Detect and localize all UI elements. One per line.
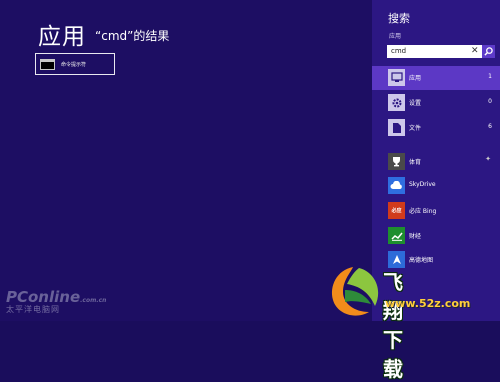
- search-panel-title: 搜索: [388, 12, 410, 25]
- bing-icon: 必应: [388, 202, 405, 219]
- app-label: 高德地图: [409, 257, 434, 264]
- category-count: 6: [488, 123, 492, 130]
- category-settings[interactable]: 设置 0: [372, 91, 500, 115]
- app-finance[interactable]: 财经: [372, 226, 500, 246]
- file-icon: [388, 119, 405, 136]
- app-label: SkyDrive: [409, 181, 436, 188]
- watermark-domain: .com.cn: [80, 297, 107, 304]
- apps-icon: [388, 69, 405, 86]
- page-title: 应用: [38, 24, 86, 50]
- category-label: 设置: [409, 100, 422, 107]
- gear-icon: [388, 94, 405, 111]
- watermark-url: www.52z.com: [385, 297, 471, 310]
- category-label: 文件: [409, 125, 422, 132]
- category-count: 0: [488, 98, 492, 105]
- app-label: 体育: [409, 159, 422, 166]
- search-input-value: cmd: [391, 47, 407, 55]
- close-icon[interactable]: ✕: [471, 45, 479, 58]
- search-button[interactable]: [482, 45, 495, 58]
- cloud-icon: [388, 177, 405, 194]
- command-prompt-icon: [40, 58, 55, 70]
- category-apps[interactable]: 应用 1: [372, 66, 500, 90]
- category-label: 应用: [409, 75, 422, 82]
- app-bing[interactable]: 必应 必应 Bing: [372, 201, 500, 221]
- trophy-icon: [388, 153, 405, 170]
- result-tile-command-prompt[interactable]: 命令提示符: [35, 53, 115, 75]
- app-skydrive[interactable]: SkyDrive: [372, 176, 500, 196]
- chart-icon: [388, 227, 405, 244]
- search-input[interactable]: cmd ✕: [387, 45, 495, 58]
- results-area: 应用 “cmd”的结果 命令提示符: [0, 0, 372, 321]
- app-label: 必应 Bing: [409, 208, 437, 215]
- pin-icon: ✦: [485, 155, 491, 163]
- watermark-brand: 飞翔下载: [383, 270, 403, 381]
- app-sports[interactable]: 体育 ✦: [372, 152, 500, 172]
- category-count: 1: [488, 73, 492, 80]
- result-tile-label: 命令提示符: [61, 61, 87, 68]
- logo-icon: [331, 267, 379, 316]
- search-scope-label: 应用: [389, 33, 402, 40]
- category-files[interactable]: 文件 6: [372, 116, 500, 140]
- magnifier-icon: [484, 47, 493, 56]
- pconline-watermark: PConline.com.cn 太平洋电脑网: [6, 288, 106, 315]
- app-label: 财经: [409, 233, 422, 240]
- results-subtitle: “cmd”的结果: [95, 29, 170, 43]
